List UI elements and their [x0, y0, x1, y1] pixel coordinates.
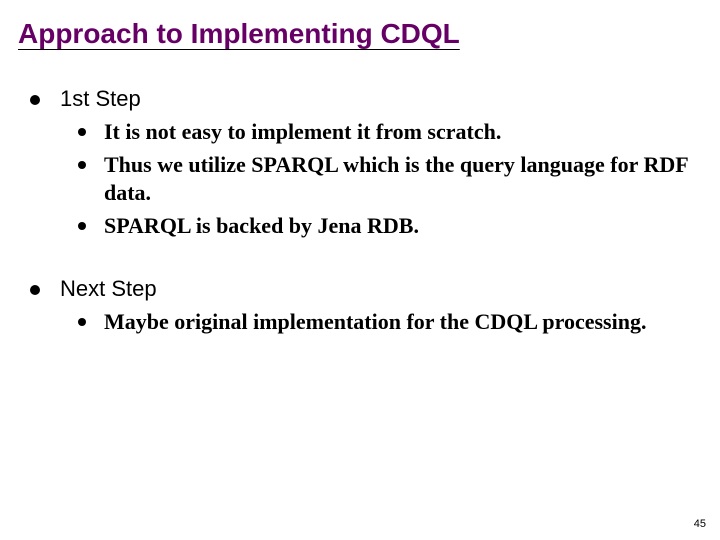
list-item-text: SPARQL is backed by Jena RDB. [104, 212, 419, 241]
list-item: Maybe original implementation for the CD… [14, 308, 712, 337]
list-item: It is not easy to implement it from scra… [14, 118, 712, 147]
list-item-text: It is not easy to implement it from scra… [104, 118, 501, 147]
bullet-icon [30, 285, 40, 295]
bullet-icon [78, 128, 86, 136]
section-header-row: 1st Step [14, 86, 712, 112]
bullet-icon [78, 161, 86, 169]
section-label: 1st Step [60, 86, 141, 112]
list-item-text: Thus we utilize SPARQL which is the quer… [104, 151, 712, 208]
bullet-icon [78, 318, 86, 326]
section-label: Next Step [60, 276, 157, 302]
section-2: Next Step Maybe original implementation … [14, 276, 712, 337]
slide-title: Approach to Implementing CDQL [14, 18, 712, 50]
list-item: Thus we utilize SPARQL which is the quer… [14, 151, 712, 208]
section-header-row: Next Step [14, 276, 712, 302]
list-item: SPARQL is backed by Jena RDB. [14, 212, 712, 241]
bullet-icon [30, 95, 40, 105]
page-number: 45 [694, 518, 706, 530]
section-1: 1st Step It is not easy to implement it … [14, 86, 712, 240]
bullet-icon [78, 222, 86, 230]
list-item-text: Maybe original implementation for the CD… [104, 308, 646, 337]
